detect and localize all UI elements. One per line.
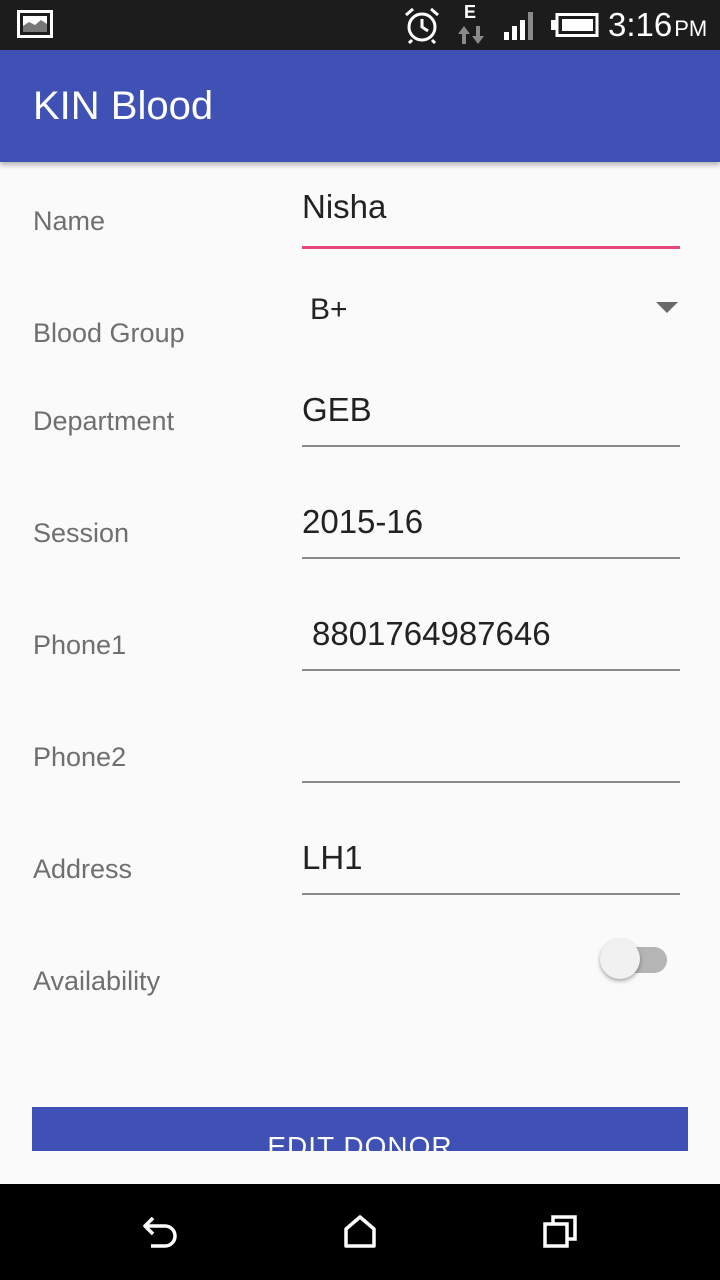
switch-thumb: [600, 939, 640, 979]
clock-ampm: PM: [674, 16, 708, 41]
session-field[interactable]: 2015-16: [302, 503, 680, 559]
clock: 3:16PM: [608, 6, 707, 44]
clock-time: 3:16: [608, 6, 673, 43]
availability-switch[interactable]: [600, 939, 668, 979]
network-type-label: E: [464, 2, 477, 22]
blood-group-value: B+: [310, 293, 348, 326]
status-bar: E 3:16PM: [0, 0, 720, 50]
name-label: Name: [33, 206, 106, 236]
department-field[interactable]: GEB: [302, 391, 680, 447]
dropdown-arrow-icon: [656, 302, 678, 313]
gallery-icon: [17, 10, 53, 38]
app-title: KIN Blood: [33, 84, 214, 128]
edit-donor-button-container: EDIT DONOR: [32, 1107, 688, 1151]
name-value: Nisha: [302, 188, 387, 225]
edit-donor-button[interactable]: EDIT DONOR: [32, 1107, 688, 1151]
address-value: LH1: [302, 839, 363, 876]
department-label: Department: [33, 406, 175, 436]
session-value: 2015-16: [302, 503, 424, 540]
address-label: Address: [33, 854, 133, 884]
signal-icon: [504, 12, 533, 40]
recents-icon[interactable]: [542, 1214, 578, 1250]
phone1-label: Phone1: [33, 630, 127, 660]
phone1-value: 8801764987646: [312, 615, 551, 652]
phone2-field[interactable]: [302, 731, 680, 783]
battery-icon: [551, 13, 599, 37]
home-icon[interactable]: [342, 1213, 378, 1249]
phone1-field[interactable]: 8801764987646: [302, 615, 680, 671]
data-transfer-icon: E: [455, 2, 487, 46]
department-value: GEB: [302, 391, 372, 428]
alarm-icon: [405, 7, 439, 44]
back-icon[interactable]: [141, 1213, 179, 1251]
phone2-label: Phone2: [33, 742, 127, 772]
app-bar: KIN Blood: [0, 50, 720, 162]
blood-group-label: Blood Group: [33, 318, 185, 348]
name-field[interactable]: Nisha: [302, 188, 680, 249]
availability-label: Availability: [33, 966, 161, 996]
session-label: Session: [33, 518, 130, 548]
address-field[interactable]: LH1: [302, 839, 680, 895]
blood-group-dropdown[interactable]: B+: [302, 285, 680, 333]
